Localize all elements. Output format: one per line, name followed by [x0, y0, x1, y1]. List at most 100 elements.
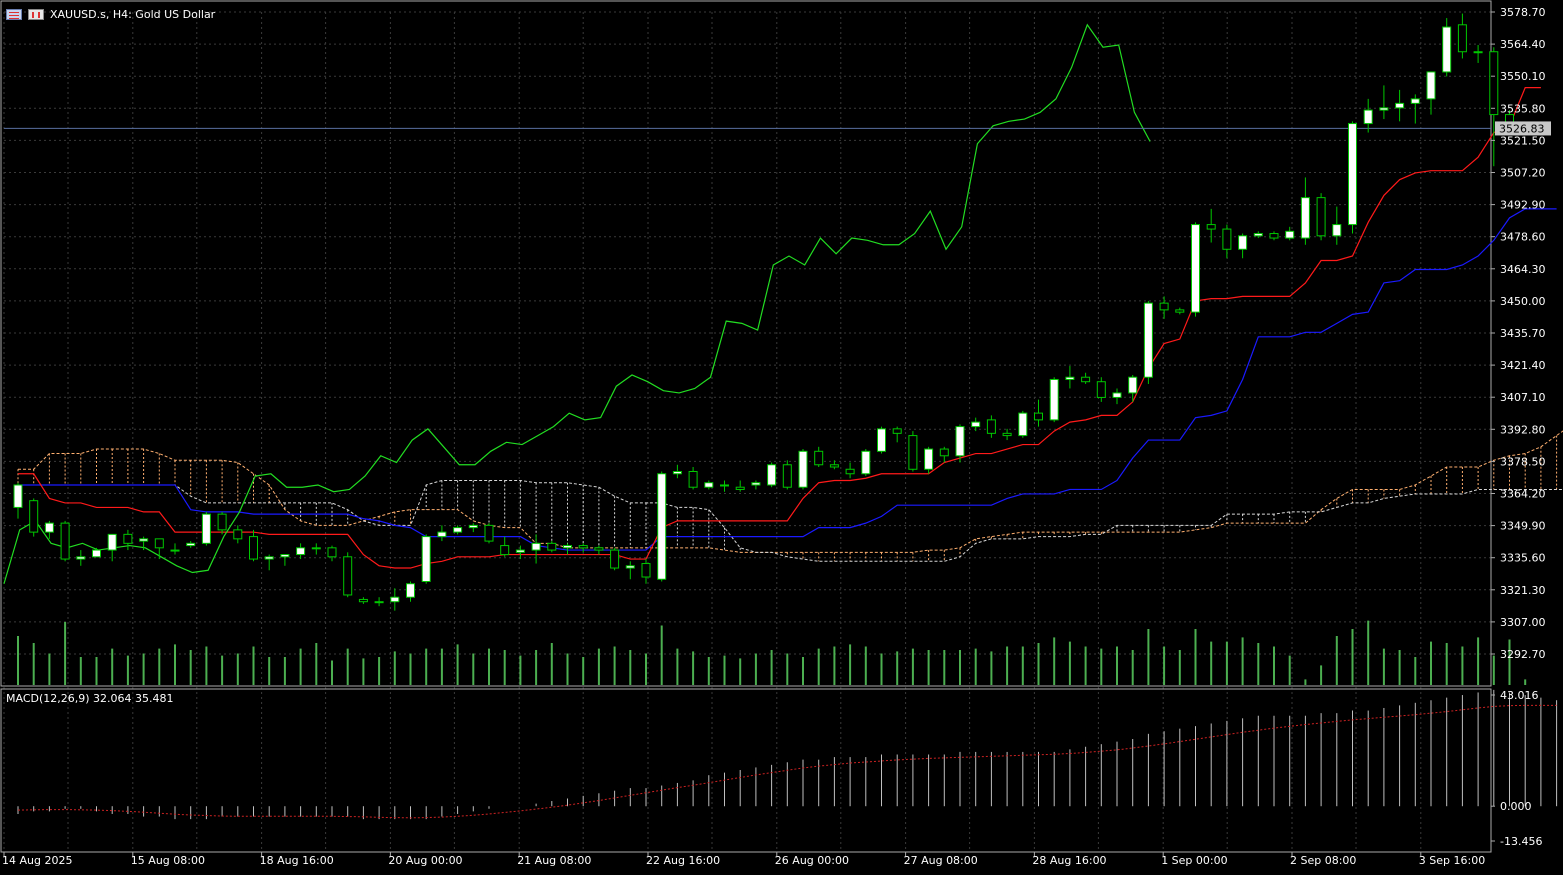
- candle-body: [1128, 376, 1138, 394]
- candle-body: [92, 549, 101, 558]
- candle-body: [1410, 98, 1420, 104]
- candle-body: [515, 549, 525, 553]
- candle-body: [924, 448, 934, 470]
- macd-indicator-label: MACD(12,26,9) 32.064 35.481: [6, 692, 174, 705]
- macd-tick-label: -13.456: [1500, 835, 1542, 848]
- candle-body: [1253, 233, 1263, 237]
- time-tick-label: 20 Aug 00:00: [388, 854, 462, 867]
- candle-body: [767, 464, 777, 486]
- time-axis[interactable]: 14 Aug 2025 15 Aug 08:00 18 Aug 16:00 20 Au…: [2, 852, 1485, 867]
- candle-body: [798, 450, 808, 488]
- candle-body: [1379, 107, 1389, 111]
- candle-body: [861, 450, 871, 475]
- candle-body: [437, 531, 447, 538]
- time-tick-label: 21 Aug 08:00: [517, 854, 591, 867]
- candle-body: [154, 538, 164, 549]
- candle-body: [280, 554, 290, 558]
- candle-body: [1143, 302, 1153, 378]
- price-tick-label: 3507.20: [1500, 167, 1546, 180]
- macd-subwindow: [17, 689, 1558, 820]
- candle-body: [139, 538, 149, 542]
- candle-body: [1332, 224, 1342, 237]
- candle-body: [986, 419, 996, 434]
- candle-body: [563, 545, 572, 549]
- candle-body: [1300, 197, 1310, 239]
- time-tick-label: 1 Sep 00:00: [1161, 854, 1227, 867]
- candle-body: [107, 533, 117, 551]
- candle-body: [374, 601, 384, 604]
- chart-window-icon[interactable]: [28, 8, 44, 20]
- candle-body: [547, 542, 557, 551]
- candle-body: [500, 545, 510, 556]
- symbol-title: XAUUSD.s, H4: Gold US Dollar: [50, 7, 216, 21]
- candle-body: [1316, 197, 1326, 237]
- candle-body: [60, 522, 70, 560]
- candle-body: [1002, 432, 1012, 437]
- price-tick-label: 3478.60: [1500, 231, 1546, 244]
- candle-body: [327, 547, 337, 558]
- candle-body: [217, 513, 227, 531]
- candle-body: [1159, 302, 1169, 311]
- time-tick-label: 18 Aug 16:00: [260, 854, 334, 867]
- candle-body: [735, 486, 745, 490]
- candle-body: [1191, 224, 1200, 313]
- price-tick-label: 3450.00: [1500, 295, 1546, 308]
- candle-body: [1457, 24, 1467, 53]
- candle-body: [1222, 228, 1232, 250]
- candle-body: [782, 464, 792, 488]
- candle-body: [610, 549, 620, 569]
- time-tick-label: 3 Sep 16:00: [1419, 854, 1485, 867]
- candle-body: [845, 468, 855, 475]
- candle-body: [908, 435, 918, 470]
- candle-body: [939, 448, 949, 457]
- candle-body: [421, 536, 431, 582]
- candle-body: [1442, 26, 1452, 73]
- candle-body: [233, 529, 243, 540]
- price-tick-label: 3364.20: [1500, 488, 1546, 501]
- trading-chart[interactable]: 3578.70 3564.40 3550.10 3535.80 3521.50 3507.…: [0, 0, 1563, 875]
- time-tick-label: 14 Aug 2025: [2, 854, 72, 867]
- candle-body: [531, 542, 541, 551]
- candle-body: [672, 471, 682, 475]
- price-tick-label: 3578.70: [1500, 6, 1546, 19]
- candle-body: [123, 533, 133, 544]
- candle-body: [625, 565, 635, 569]
- price-tick-label: 3321.30: [1500, 584, 1546, 597]
- candle-body: [13, 484, 23, 508]
- candle-body: [1426, 71, 1436, 100]
- candle-body: [249, 536, 258, 560]
- candle-body: [358, 598, 368, 603]
- candle-body: [1285, 230, 1295, 239]
- candle-body: [1081, 376, 1091, 383]
- main-pane-border: [0, 0, 1492, 687]
- candle-body: [29, 500, 39, 533]
- candle-body: [1269, 233, 1279, 239]
- price-tick-label: 3492.90: [1500, 199, 1546, 212]
- candle-body: [311, 547, 321, 550]
- candle-body: [296, 547, 306, 556]
- candle-body: [1238, 235, 1248, 250]
- price-tick-label: 3292.70: [1500, 648, 1546, 661]
- price-tick-label: 3407.10: [1500, 391, 1546, 404]
- price-tick-label: 3421.40: [1500, 359, 1546, 372]
- chart-header: XAUUSD.s, H4: Gold US Dollar: [6, 6, 215, 22]
- candle-body: [264, 556, 274, 560]
- candle-body: [688, 471, 698, 488]
- current-price-label: 3526.83: [1499, 122, 1545, 135]
- macd-tick-label: 0.000: [1500, 800, 1532, 813]
- candle-body: [971, 421, 981, 428]
- candle-body: [186, 542, 196, 547]
- time-tick-label: 22 Aug 16:00: [646, 854, 720, 867]
- price-tick-label: 3535.80: [1500, 102, 1546, 115]
- candle-body: [1348, 123, 1357, 226]
- candle-body: [406, 583, 415, 598]
- candle-body: [892, 428, 902, 434]
- candle-body: [704, 482, 714, 488]
- candle-body: [877, 428, 886, 452]
- current-price-tag: 3526.83: [1495, 121, 1551, 136]
- candle-body: [1034, 412, 1043, 421]
- candle-body: [1096, 381, 1106, 398]
- candle-body: [1065, 376, 1075, 380]
- candle-body: [1206, 224, 1216, 230]
- candle-body: [720, 484, 729, 487]
